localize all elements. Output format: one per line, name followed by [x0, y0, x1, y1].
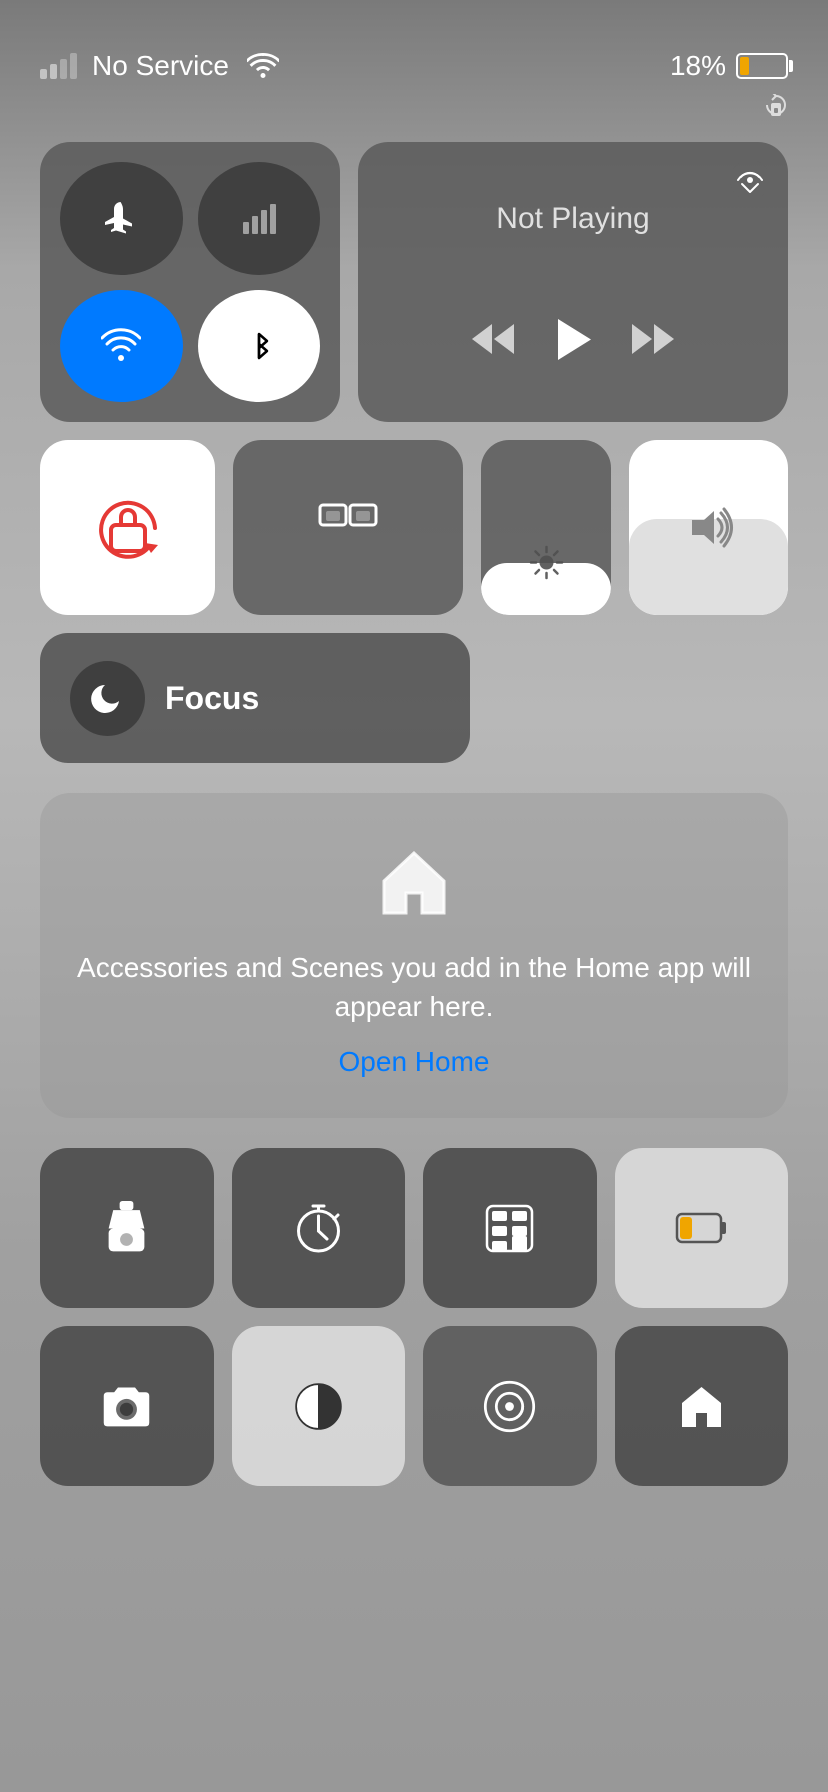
volume-icon: [684, 505, 734, 550]
focus-row: Focus: [40, 633, 788, 763]
screen-lock-button[interactable]: [40, 440, 215, 615]
camera-button[interactable]: [40, 1326, 214, 1486]
status-bar: No Service 18%: [0, 0, 828, 92]
calculator-button[interactable]: [423, 1148, 597, 1308]
home-description: Accessories and Scenes you add in the Ho…: [70, 948, 758, 1026]
airplay-button[interactable]: [728, 158, 772, 207]
moon-circle: [70, 661, 145, 736]
signal-bars: [40, 53, 77, 79]
bottom-row-1: [40, 1148, 788, 1308]
wifi-button[interactable]: [60, 290, 183, 403]
rewind-button[interactable]: [468, 319, 518, 359]
airplane-mode-button[interactable]: [60, 162, 183, 275]
timer-button[interactable]: [232, 1148, 406, 1308]
status-left: No Service: [40, 50, 279, 82]
bluetooth-button[interactable]: [198, 290, 321, 403]
home-section: Accessories and Scenes you add in the Ho…: [40, 793, 788, 1118]
screen-mirror-button[interactable]: [233, 440, 463, 615]
signal-bar-3: [60, 59, 67, 79]
open-home-link[interactable]: Open Home: [339, 1046, 490, 1078]
control-center: Not Playing: [0, 122, 828, 783]
battery-icon: [736, 53, 788, 79]
wifi-status-icon: [247, 53, 279, 79]
home-large-icon: [374, 843, 454, 928]
brightness-icon: [529, 545, 564, 585]
fast-forward-button[interactable]: [628, 319, 678, 359]
not-playing-label: Not Playing: [496, 202, 649, 236]
signal-bar-4: [70, 53, 77, 79]
playback-controls: [468, 317, 678, 362]
battery-fill: [740, 57, 749, 75]
no-service-label: No Service: [92, 50, 229, 82]
status-right: 18%: [670, 50, 788, 82]
now-playing-panel: Not Playing: [358, 142, 788, 422]
row-2: [40, 440, 788, 615]
battery-widget-button[interactable]: [615, 1148, 789, 1308]
portrait-button[interactable]: [423, 1326, 597, 1486]
brightness-slider[interactable]: [481, 440, 611, 615]
focus-button[interactable]: Focus: [40, 633, 470, 763]
bottom-row-2: [40, 1326, 788, 1486]
battery-percent: 18%: [670, 50, 726, 82]
dark-mode-button[interactable]: [232, 1326, 406, 1486]
rotation-lock-area: [0, 94, 828, 122]
signal-bar-1: [40, 69, 47, 79]
home-app-button[interactable]: [615, 1326, 789, 1486]
play-button[interactable]: [553, 317, 593, 362]
flashlight-button[interactable]: [40, 1148, 214, 1308]
row-1: Not Playing: [40, 142, 788, 422]
bottom-controls: [0, 1128, 828, 1486]
focus-label: Focus: [165, 680, 259, 717]
connectivity-panel: [40, 142, 340, 422]
rotation-lock-icon: [762, 94, 790, 122]
signal-bar-2: [50, 64, 57, 79]
cellular-button[interactable]: [198, 162, 321, 275]
volume-slider[interactable]: [629, 440, 788, 615]
